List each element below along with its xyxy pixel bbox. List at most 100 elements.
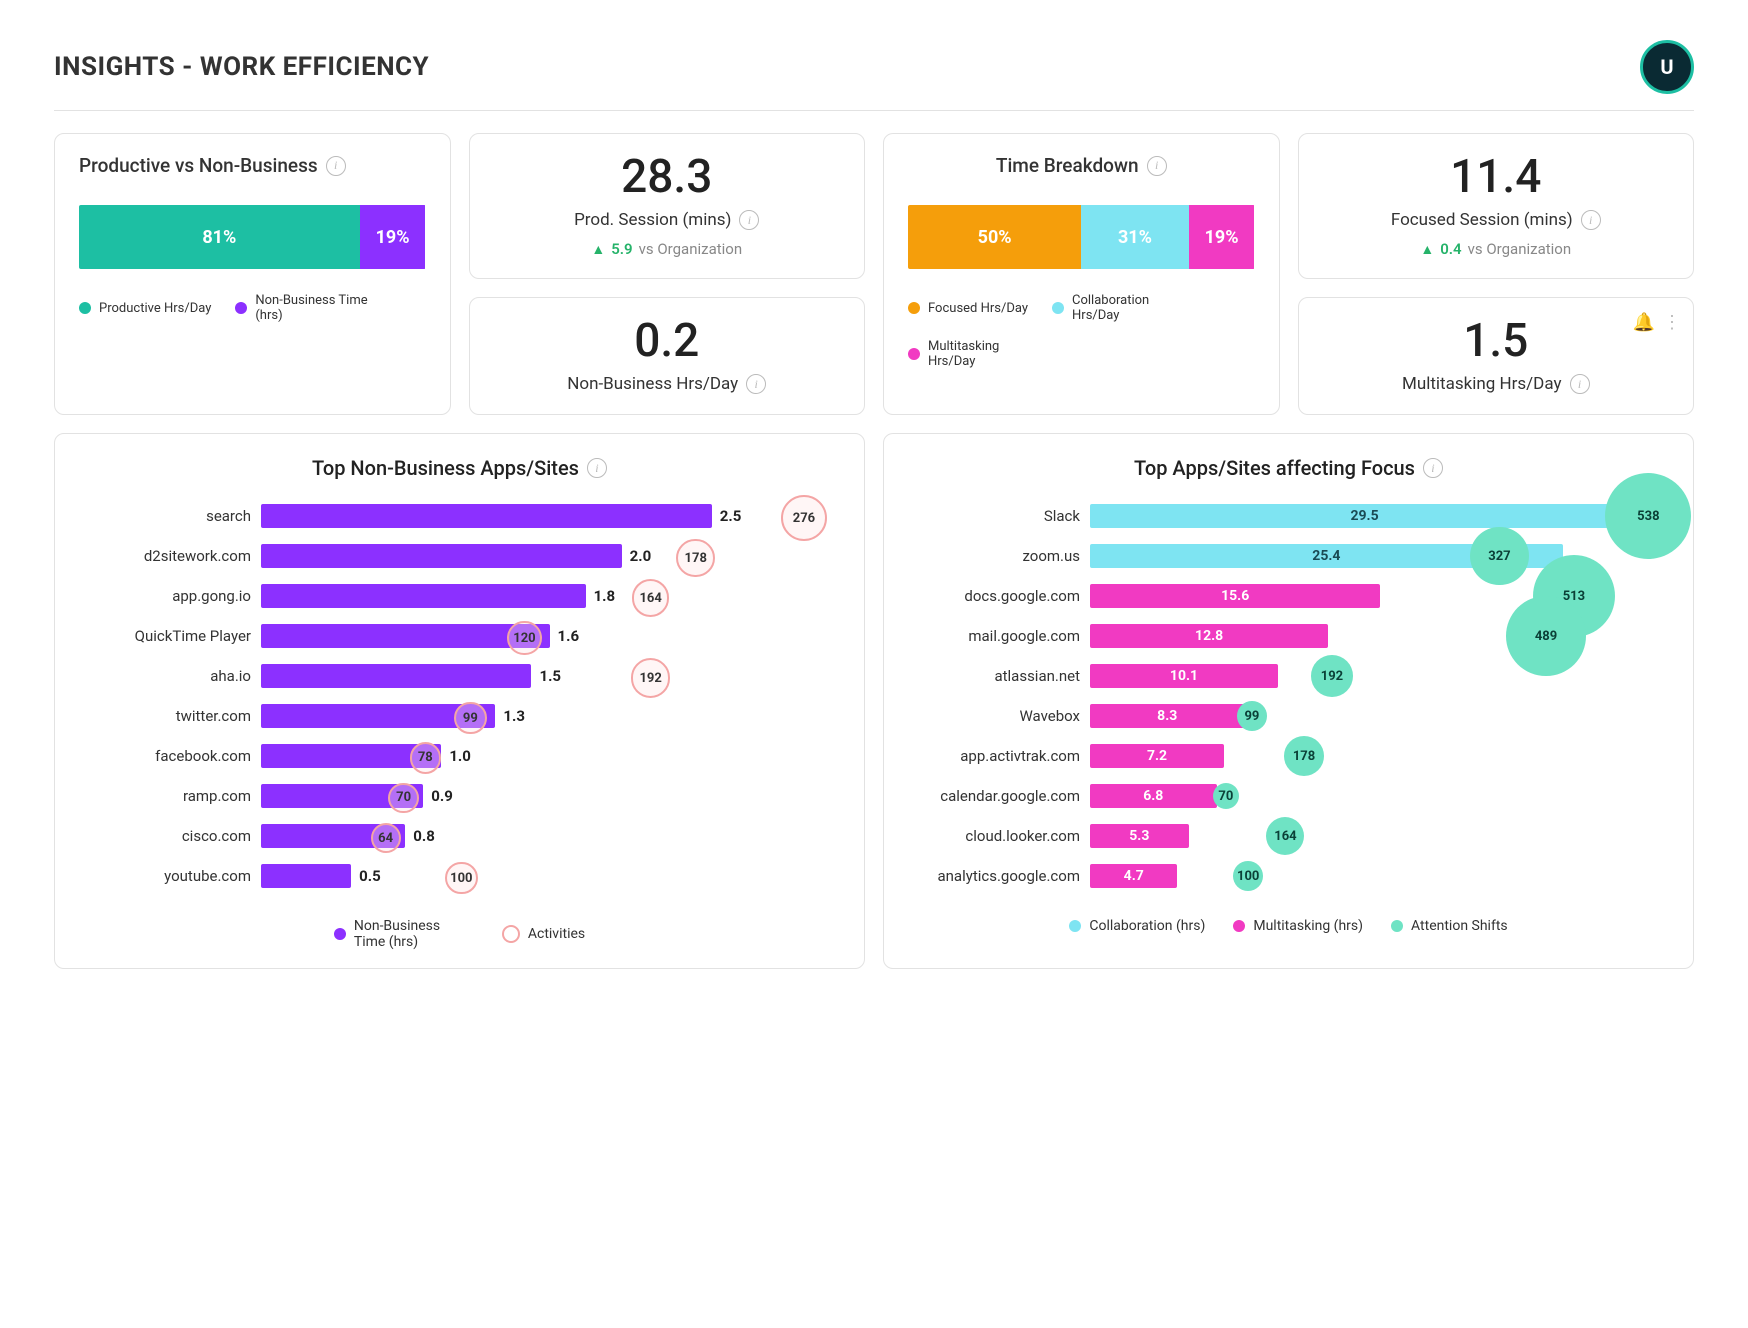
bubble: 178 (676, 539, 715, 578)
bar-value: 0.8 (413, 822, 435, 850)
chart-row: aha.io1.5192 (81, 662, 838, 690)
chart-row: cisco.com0.864 (81, 822, 838, 850)
row-label: facebook.com (81, 747, 251, 765)
chart-row: Wavebox 8.399 (910, 702, 1667, 730)
bubble: 327 (1470, 527, 1529, 586)
bubble: 99 (1237, 701, 1267, 731)
row-label: docs.google.com (910, 587, 1080, 605)
chart-rows: search2.5276 d2sitework.com 2.0 178 app.gong… (81, 502, 838, 890)
row-label: cloud.looker.com (910, 827, 1080, 845)
bar: 12.8 (1090, 624, 1328, 648)
bar: 7.2 (1090, 744, 1224, 768)
chart-row: search2.5276 (81, 502, 838, 530)
bar (261, 864, 351, 888)
info-icon[interactable]: i (746, 374, 766, 394)
bubble: 164 (632, 579, 670, 617)
row-label: Wavebox (910, 707, 1080, 725)
info-icon[interactable]: i (587, 458, 607, 478)
prod-vs-nonbiz-bar: 81%19% (79, 205, 426, 269)
bar: 10.1 (1090, 664, 1278, 688)
card-nonbiz-hrs: 0.2 Non-Business Hrs/Dayi (469, 297, 866, 415)
info-icon[interactable]: i (1581, 210, 1601, 230)
bar: 15.6 (1090, 584, 1380, 608)
bubble: 120 (507, 621, 541, 655)
metric-value: 11.4 (1323, 150, 1670, 204)
bar: 5.3 (1090, 824, 1189, 848)
row-label: d2sitework.com (81, 547, 251, 565)
info-icon[interactable]: i (1147, 156, 1167, 176)
avatar[interactable]: U (1640, 40, 1694, 94)
bubble: 192 (631, 658, 671, 698)
bubble: 100 (1233, 861, 1263, 891)
bar: 4.7 (1090, 864, 1177, 888)
info-icon[interactable]: i (1570, 374, 1590, 394)
row-label: zoom.us (910, 547, 1080, 565)
info-icon[interactable]: i (326, 156, 346, 176)
row-label: analytics.google.com (910, 867, 1080, 885)
chart-focus-apps: Top Apps/Sites affecting Focus i Slack29.… (883, 433, 1694, 969)
bar (261, 544, 622, 568)
bar (261, 504, 712, 528)
info-icon[interactable]: i (1423, 458, 1443, 478)
legend-item: Collaboration Hrs/Day (1052, 293, 1192, 323)
row-label: QuickTime Player (81, 627, 251, 645)
row-label: app.gong.io (81, 587, 251, 605)
metric-label: Focused Session (mins) (1391, 210, 1573, 230)
chart-row: d2sitework.com2.0178 (81, 542, 838, 570)
time-breakdown-legend: Focused Hrs/DayCollaboration Hrs/DayMult… (908, 293, 1255, 369)
chart-rows: Slack29.5538zoom.us25.4327docs.google.co… (910, 502, 1667, 890)
bar: 6.8 (1090, 784, 1217, 808)
row-label: twitter.com (81, 707, 251, 725)
chart-row: QuickTime Player1.6120 (81, 622, 838, 650)
bubble: 70 (1213, 783, 1239, 809)
bubble: 164 (1266, 817, 1304, 855)
legend-item: Multitasking (hrs) (1233, 918, 1363, 934)
chart-row: Slack29.5538 (910, 502, 1667, 530)
bell-icon[interactable]: 🔔 (1633, 312, 1655, 333)
card-time-breakdown: Time Breakdown i 50%31%19% Focused Hrs/D… (883, 133, 1280, 415)
chart-title-text: Top Non-Business Apps/Sites (312, 456, 579, 480)
row-label: search (81, 507, 251, 525)
bar-value: 1.3 (503, 702, 525, 730)
card-title-text: Time Breakdown (996, 154, 1139, 177)
page-title: INSIGHTS - WORK EFFICIENCY (54, 52, 429, 82)
bar-value: 2.0 (630, 542, 652, 570)
bar (261, 584, 586, 608)
chart-row: analytics.google.com 4.7 100 (910, 862, 1667, 890)
bar-value: 1.8 (594, 582, 616, 610)
row-label: calendar.google.com (910, 787, 1080, 805)
chart-row: facebook.com1.078 (81, 742, 838, 770)
bubble: 192 (1311, 655, 1353, 697)
chart-title-text: Top Apps/Sites affecting Focus (1134, 456, 1415, 480)
legend-item: Productive Hrs/Day (79, 293, 211, 323)
bubble: 64 (371, 823, 401, 853)
card-title-text: Productive vs Non-Business (79, 154, 318, 177)
prod-vs-nonbiz-legend: Productive Hrs/Day Non-Business Time (hrs… (79, 293, 426, 323)
bar-segment: 19% (1189, 205, 1255, 269)
kebab-icon[interactable]: ⋮ (1663, 312, 1681, 333)
bar-segment: 19% (360, 205, 426, 269)
bar (261, 624, 550, 648)
chart-nonbiz-apps: Top Non-Business Apps/Sites i search2.527… (54, 433, 865, 969)
row-label: youtube.com (81, 867, 251, 885)
chart-row: ramp.com0.970 (81, 782, 838, 810)
bar-value: 1.6 (558, 622, 580, 650)
time-breakdown-bar: 50%31%19% (908, 205, 1255, 269)
card-prod-session: 28.3 Prod. Session (mins)i ▲5.9vs Organi… (469, 133, 866, 279)
info-icon[interactable]: i (739, 210, 759, 230)
bar (261, 664, 531, 688)
card-prod-vs-nonbiz: Productive vs Non-Business i 81%19% Prod… (54, 133, 451, 415)
metric-label: Prod. Session (mins) (574, 210, 731, 230)
bubble: 70 (388, 783, 418, 813)
legend-item: Focused Hrs/Day (908, 293, 1028, 323)
bar-value: 1.0 (449, 742, 471, 770)
chart-row: atlassian.net10.1192 (910, 662, 1667, 690)
legend-item: Non-Business Time (hrs) (235, 293, 375, 323)
bar-segment: 31% (1081, 205, 1188, 269)
row-label: app.activtrak.com (910, 747, 1080, 765)
bar: 8.3 (1090, 704, 1244, 728)
metric-value: 1.5 (1323, 314, 1670, 368)
legend-item: Attention Shifts (1391, 918, 1508, 934)
metric-value: 0.2 (494, 314, 841, 368)
legend-item: Collaboration (hrs) (1069, 918, 1205, 934)
